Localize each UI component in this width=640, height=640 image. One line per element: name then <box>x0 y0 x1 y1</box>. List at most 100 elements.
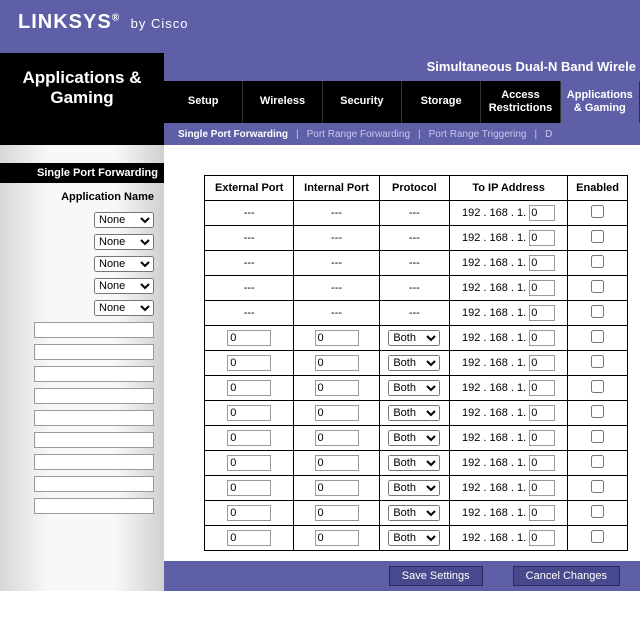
table-row: Both 192 . 168 . 1. <box>205 476 628 501</box>
ip-address-cell: 192 . 168 . 1. <box>450 351 568 376</box>
app-name-input[interactable] <box>34 432 154 448</box>
footer-actions: Save Settings Cancel Changes <box>164 561 640 591</box>
main-content: External PortInternal PortProtocolTo IP … <box>164 145 640 561</box>
app-preset-select[interactable]: None <box>94 300 154 316</box>
ip-last-octet-input[interactable] <box>529 355 555 371</box>
enabled-checkbox[interactable] <box>591 255 604 268</box>
enabled-checkbox[interactable] <box>591 480 604 493</box>
app-name-input[interactable] <box>34 366 154 382</box>
external-port-input[interactable] <box>227 355 271 371</box>
subnav-port-range-triggering[interactable]: Port Range Triggering <box>423 129 533 140</box>
app-name-input[interactable] <box>34 344 154 360</box>
enabled-checkbox[interactable] <box>591 430 604 443</box>
ip-address-cell: 192 . 168 . 1. <box>450 476 568 501</box>
app-preset-select[interactable]: None <box>94 256 154 272</box>
protocol-select[interactable]: Both <box>388 480 440 496</box>
app-name-input[interactable] <box>34 388 154 404</box>
ip-last-octet-input[interactable] <box>529 480 555 496</box>
enabled-checkbox[interactable] <box>591 355 604 368</box>
protocol-select[interactable]: Both <box>388 530 440 546</box>
app-name-input[interactable] <box>34 410 154 426</box>
app-name-input[interactable] <box>34 498 154 514</box>
ip-last-octet-input[interactable] <box>529 230 555 246</box>
column-header: Enabled <box>568 176 628 201</box>
app-name-input[interactable] <box>34 454 154 470</box>
enabled-checkbox[interactable] <box>591 280 604 293</box>
internal-port-input[interactable] <box>315 455 359 471</box>
sidebar: Single Port Forwarding Application Name … <box>0 145 164 561</box>
internal-port-input[interactable] <box>315 380 359 396</box>
subnav-port-range-forwarding[interactable]: Port Range Forwarding <box>301 129 416 140</box>
protocol-select[interactable]: Both <box>388 380 440 396</box>
ip-address-cell: 192 . 168 . 1. <box>450 426 568 451</box>
enabled-checkbox[interactable] <box>591 330 604 343</box>
external-port-input[interactable] <box>227 480 271 496</box>
protocol-select[interactable]: Both <box>388 430 440 446</box>
internal-port-input[interactable] <box>315 405 359 421</box>
app-preset-select[interactable]: None <box>94 234 154 250</box>
product-name: Simultaneous Dual-N Band Wirele <box>164 53 640 81</box>
protocol-select[interactable]: Both <box>388 355 440 371</box>
save-settings-button[interactable]: Save Settings <box>389 566 483 586</box>
protocol-select[interactable]: Both <box>388 505 440 521</box>
subnav-single-port-forwarding[interactable]: Single Port Forwarding <box>172 129 294 140</box>
protocol-select[interactable]: Both <box>388 330 440 346</box>
internal-port-input[interactable] <box>315 355 359 371</box>
external-port-input[interactable] <box>227 405 271 421</box>
ip-address-cell: 192 . 168 . 1. <box>450 526 568 551</box>
ip-address-cell: 192 . 168 . 1. <box>450 276 568 301</box>
external-port-input[interactable] <box>227 330 271 346</box>
ip-last-octet-input[interactable] <box>529 305 555 321</box>
cancel-changes-button[interactable]: Cancel Changes <box>513 566 620 586</box>
ip-last-octet-input[interactable] <box>529 455 555 471</box>
ip-address-cell: 192 . 168 . 1. <box>450 401 568 426</box>
subnav-d[interactable]: D <box>539 129 558 140</box>
enabled-checkbox[interactable] <box>591 505 604 518</box>
external-port-input[interactable] <box>227 530 271 546</box>
enabled-checkbox[interactable] <box>591 455 604 468</box>
protocol-select[interactable]: Both <box>388 455 440 471</box>
enabled-checkbox[interactable] <box>591 405 604 418</box>
nav-tab-setup[interactable]: Setup <box>164 81 243 123</box>
enabled-checkbox[interactable] <box>591 205 604 218</box>
port-forwarding-table: External PortInternal PortProtocolTo IP … <box>204 175 628 551</box>
page-title: Applications & Gaming <box>0 53 164 123</box>
nav-tab-wireless[interactable]: Wireless <box>243 81 322 123</box>
external-port-input[interactable] <box>227 505 271 521</box>
enabled-checkbox[interactable] <box>591 305 604 318</box>
ip-last-octet-input[interactable] <box>529 530 555 546</box>
ip-last-octet-input[interactable] <box>529 505 555 521</box>
app-name-input[interactable] <box>34 322 154 338</box>
ip-address-cell: 192 . 168 . 1. <box>450 226 568 251</box>
ip-last-octet-input[interactable] <box>529 255 555 271</box>
external-port-input[interactable] <box>227 430 271 446</box>
ip-last-octet-input[interactable] <box>529 380 555 396</box>
internal-port-input[interactable] <box>315 430 359 446</box>
nav-tab-security[interactable]: Security <box>323 81 402 123</box>
internal-port-input[interactable] <box>315 505 359 521</box>
internal-port-input[interactable] <box>315 330 359 346</box>
table-row: ---------192 . 168 . 1. <box>205 201 628 226</box>
external-port-input[interactable] <box>227 380 271 396</box>
enabled-checkbox[interactable] <box>591 230 604 243</box>
enabled-checkbox[interactable] <box>591 380 604 393</box>
ip-last-octet-input[interactable] <box>529 430 555 446</box>
internal-port-input[interactable] <box>315 530 359 546</box>
external-port-input[interactable] <box>227 455 271 471</box>
ip-last-octet-input[interactable] <box>529 330 555 346</box>
protocol-select[interactable]: Both <box>388 405 440 421</box>
nav-tab-access-restrictions[interactable]: Access Restrictions <box>481 81 560 123</box>
sub-nav: Single Port Forwarding | Port Range Forw… <box>164 123 640 145</box>
app-preset-select[interactable]: None <box>94 278 154 294</box>
internal-port-input[interactable] <box>315 480 359 496</box>
app-preset-select[interactable]: None <box>94 212 154 228</box>
nav-tab-applications-&-gaming[interactable]: Applications & Gaming <box>561 81 640 123</box>
sidebar-heading: Single Port Forwarding <box>0 163 164 183</box>
ip-last-octet-input[interactable] <box>529 405 555 421</box>
ip-last-octet-input[interactable] <box>529 205 555 221</box>
ip-last-octet-input[interactable] <box>529 280 555 296</box>
app-name-input[interactable] <box>34 476 154 492</box>
nav-tab-storage[interactable]: Storage <box>402 81 481 123</box>
enabled-checkbox[interactable] <box>591 530 604 543</box>
ip-address-cell: 192 . 168 . 1. <box>450 301 568 326</box>
